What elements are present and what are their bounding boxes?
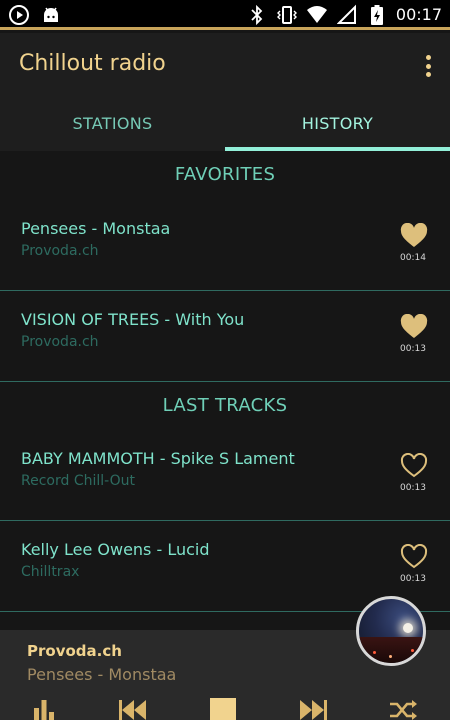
track-station: Record Chill-Out xyxy=(21,473,135,489)
signal-icon xyxy=(336,4,358,26)
battery-charging-icon xyxy=(366,4,388,26)
track-station: Provoda.ch xyxy=(21,243,99,259)
app-title: Chillout radio xyxy=(19,51,166,76)
player-track: Pensees - Monstaa xyxy=(27,665,177,684)
section-header-favorites: FAVORITES xyxy=(174,164,276,185)
track-time: 00:14 xyxy=(400,253,426,263)
stop-icon[interactable] xyxy=(209,698,237,720)
overflow-menu-icon[interactable] xyxy=(420,51,436,81)
skip-previous-icon[interactable] xyxy=(118,698,148,720)
status-bar: 00:17 xyxy=(0,0,450,30)
bluetooth-icon xyxy=(246,4,268,26)
section-header-last-tracks: LAST TRACKS xyxy=(162,395,288,416)
shuffle-icon[interactable] xyxy=(388,698,418,720)
track-title: Kelly Lee Owens - Lucid xyxy=(21,540,210,559)
heart-filled-icon[interactable] xyxy=(400,313,428,340)
heart-filled-icon[interactable] xyxy=(400,222,428,249)
status-time: 00:17 xyxy=(395,5,442,24)
wifi-icon xyxy=(306,4,328,26)
tab-bar: STATIONS HISTORY xyxy=(0,101,450,151)
player-station: Provoda.ch xyxy=(27,642,122,660)
heart-outline-icon[interactable] xyxy=(400,452,428,479)
heart-outline-icon[interactable] xyxy=(400,543,428,570)
track-time: 00:13 xyxy=(400,344,426,354)
equalizer-icon[interactable] xyxy=(32,698,56,720)
track-station: Chilltrax xyxy=(21,564,80,580)
track-title: BABY MAMMOTH - Spike S Lament xyxy=(21,449,295,468)
track-title: VISION OF TREES - With You xyxy=(21,310,245,329)
tab-stations[interactable]: STATIONS xyxy=(0,101,225,151)
track-station: Provoda.ch xyxy=(21,334,99,350)
track-row[interactable]: VISION OF TREES - With You Provoda.ch 00… xyxy=(0,292,450,382)
track-title: Pensees - Monstaa xyxy=(21,219,171,238)
android-icon xyxy=(40,4,62,26)
tab-history[interactable]: HISTORY xyxy=(225,101,450,151)
play-circle-icon xyxy=(8,4,30,26)
track-time: 00:13 xyxy=(400,483,426,493)
track-row[interactable]: Pensees - Monstaa Provoda.ch 00:14 xyxy=(0,201,450,291)
album-cover[interactable] xyxy=(356,596,426,666)
player-controls xyxy=(0,698,450,720)
track-row[interactable]: BABY MAMMOTH - Spike S Lament Record Chi… xyxy=(0,431,450,521)
vibrate-icon xyxy=(276,4,298,26)
skip-next-icon[interactable] xyxy=(298,698,328,720)
app-bar: Chillout radio xyxy=(0,33,450,101)
track-time: 00:13 xyxy=(400,574,426,584)
